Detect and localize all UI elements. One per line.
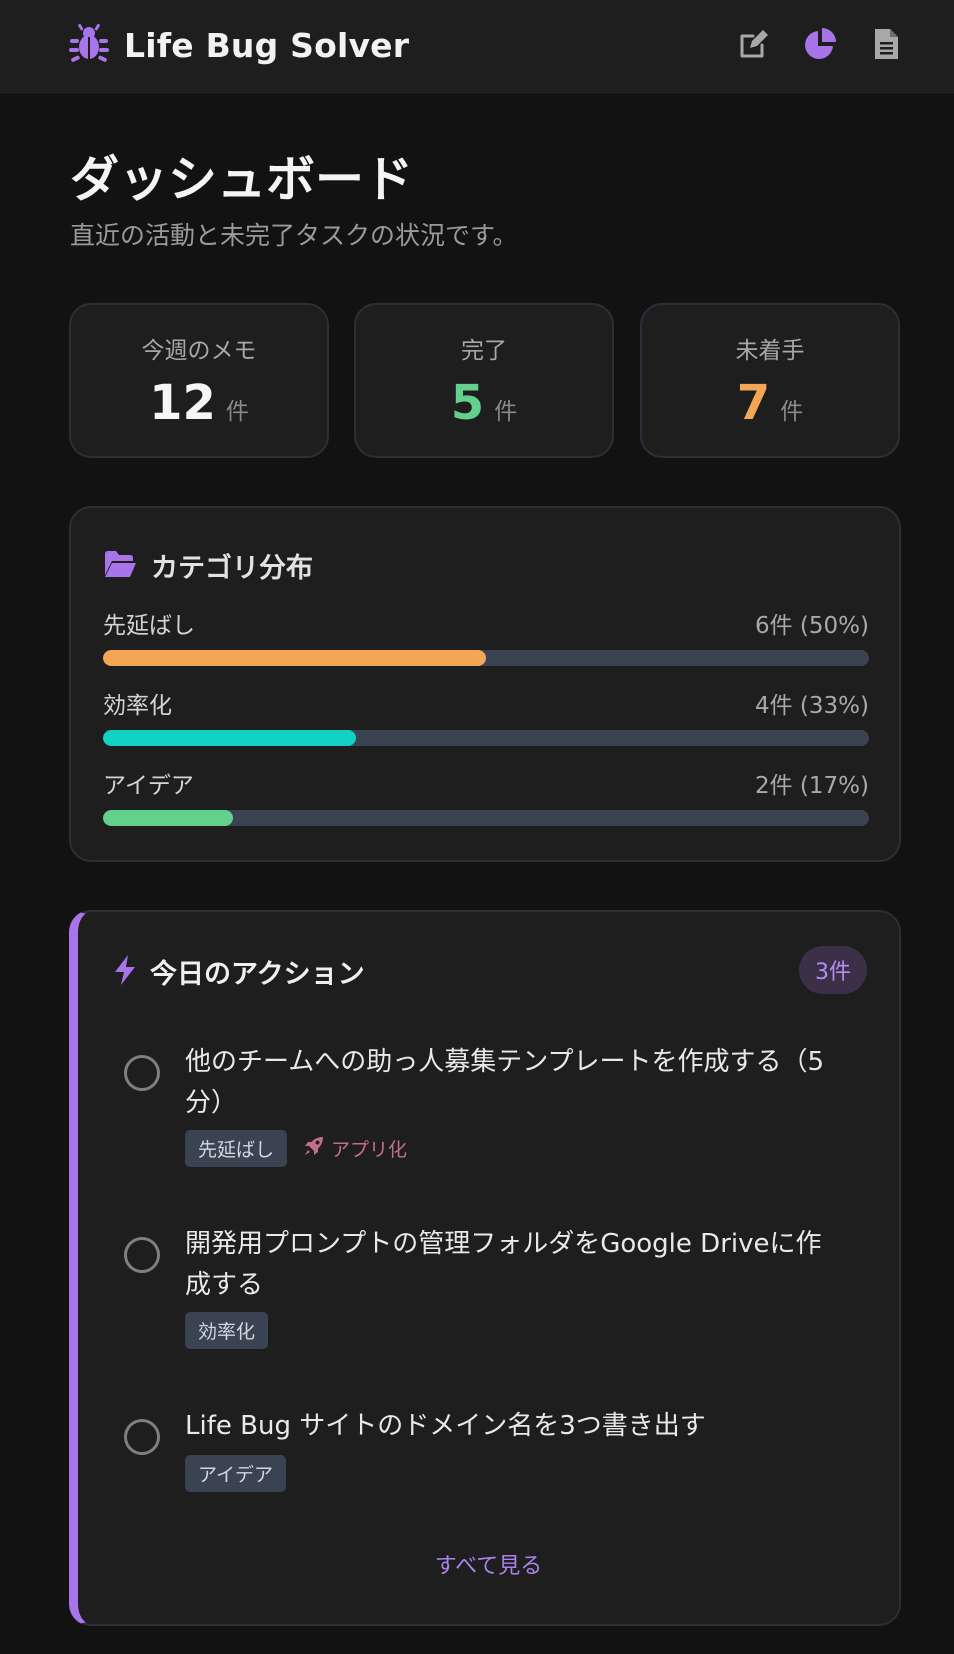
bolt-icon [112,954,138,990]
stat-unit: 件 [226,392,249,426]
brand[interactable]: Life Bug Solver [68,22,409,68]
category-count: 2件 (17%) [755,766,869,800]
app-header: Life Bug Solver [0,0,954,93]
category-count: 4件 (33%) [755,686,869,720]
app-title: Life Bug Solver [124,26,409,65]
category-progress-fill [103,810,233,826]
page-title: ダッシュボード [70,140,413,211]
task-checkbox[interactable] [124,1237,160,1273]
task-extra-text: アプリ化 [331,1135,407,1162]
task-text: 開発用プロンプトの管理フォルダをGoogle Driveに作成する [185,1224,845,1306]
category-progress-fill [103,730,356,746]
category-name: 先延ばし [103,606,195,640]
actions-card-title: 今日のアクション [150,952,365,991]
header-actions [706,26,904,62]
todays-actions-card: 今日のアクション 3件 他のチームへの助っ人募集テンプレートを作成する（5分） … [69,910,901,1626]
category-progress-track [103,650,869,666]
stat-card-not-started: 未着手 7 件 [640,303,900,458]
category-name: 効率化 [103,686,172,720]
pie-chart-icon[interactable] [802,26,838,62]
stat-card-completed: 完了 5 件 [354,303,614,458]
stat-label: 完了 [356,331,612,365]
stat-value: 5 [451,375,484,431]
actions-card-header: 今日のアクション [112,952,365,991]
task-extra-label: アプリ化 [303,1135,407,1162]
category-count: 6件 (50%) [755,606,869,640]
see-all-link[interactable]: すべて見る [78,1548,899,1580]
category-row: アイデア 2件 (17%) [103,766,869,826]
category-distribution-card: カテゴリ分布 先延ばし 6件 (50%) 効率化 4件 (33%) アイデア 2… [69,506,901,862]
stat-card-weekly-memos: 今週のメモ 12 件 [69,303,329,458]
page-subtitle: 直近の活動と未完了タスクの状況です。 [70,216,518,252]
category-progress-track [103,810,869,826]
category-card-title: カテゴリ分布 [151,546,313,585]
task-checkbox[interactable] [124,1055,160,1091]
category-name: アイデア [103,766,194,800]
stat-label: 今週のメモ [71,331,327,365]
category-row: 効率化 4件 (33%) [103,686,869,746]
task-tags: 効率化 [185,1312,268,1349]
category-progress-track [103,730,869,746]
task-category-tag: 先延ばし [185,1130,287,1167]
category-progress-fill [103,650,486,666]
rocket-icon [303,1135,331,1162]
bug-icon [68,22,110,68]
stat-unit: 件 [494,392,517,426]
task-checkbox[interactable] [124,1419,160,1455]
folder-open-icon [103,549,137,583]
task-tags: アイデア [185,1455,286,1492]
task-tags: 先延ばし アプリ化 [185,1130,407,1167]
task-category-tag: 効率化 [185,1312,268,1349]
task-category-tag: アイデア [185,1455,286,1492]
task-text: Life Bug サイトのドメイン名を3つ書き出す [185,1406,845,1447]
stat-value: 7 [737,375,770,431]
stat-value: 12 [149,375,216,431]
stat-label: 未着手 [642,331,898,365]
edit-icon[interactable] [736,26,772,62]
task-text: 他のチームへの助っ人募集テンプレートを作成する（5分） [185,1042,845,1124]
actions-count-badge: 3件 [799,946,867,994]
stat-unit: 件 [780,392,803,426]
category-row: 先延ばし 6件 (50%) [103,606,869,666]
document-icon[interactable] [868,26,904,62]
category-card-header: カテゴリ分布 [103,546,313,585]
